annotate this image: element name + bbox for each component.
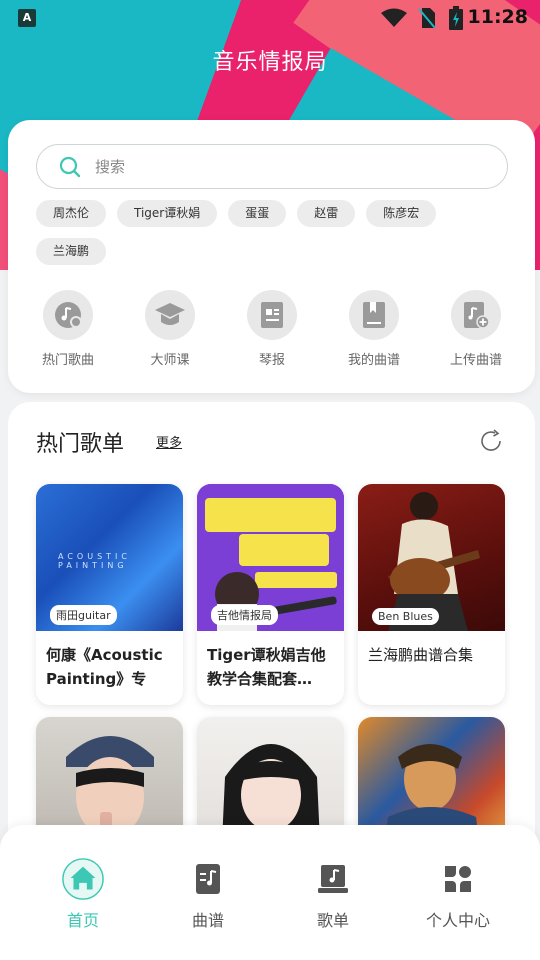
search-bar[interactable]: [36, 144, 508, 189]
nav-playlists[interactable]: 歌单: [283, 857, 383, 931]
home-icon: [62, 858, 104, 900]
playlist-cover: Ben Blues: [358, 484, 505, 631]
status-bar: A 11:28: [0, 0, 540, 36]
battery-charging-icon: [449, 6, 463, 30]
quick-action-label: 大师课: [150, 353, 190, 368]
tag-chip[interactable]: 陈彦宏: [366, 200, 437, 227]
playlist-name: 兰海鹏曲谱合集: [368, 646, 474, 664]
search-icon: [59, 156, 81, 178]
quick-actions: 热门歌曲 大师课 琴报 我的曲谱 上传曲谱: [30, 290, 514, 368]
tag-chip[interactable]: Tiger谭秋娟: [117, 200, 218, 227]
nav-label: 首页: [66, 911, 99, 930]
nav-label: 个人中心: [425, 911, 490, 930]
wifi-icon: [381, 8, 407, 27]
quick-action-my-scores[interactable]: 我的曲谱: [336, 290, 412, 368]
page-title: 音乐情报局: [212, 50, 328, 75]
no-sim-icon: [418, 8, 436, 29]
hot-search-tags: 周杰伦 Tiger谭秋娟 蛋蛋 赵雷 陈彦宏 兰海鹏: [36, 200, 506, 265]
section-title: 热门歌单: [36, 432, 125, 457]
music-disc-icon: [55, 302, 82, 328]
playlist-icon: [318, 865, 348, 893]
quick-action-label: 上传曲谱: [449, 353, 502, 368]
tag-chip[interactable]: 蛋蛋: [228, 200, 287, 227]
quick-action-label: 热门歌曲: [41, 353, 94, 368]
nav-profile[interactable]: 个人中心: [408, 857, 508, 931]
uploader-badge: 雨田guitar: [50, 605, 117, 625]
cover-text: ACOUSTIC PAINTING: [58, 552, 131, 570]
tag-chip[interactable]: 赵雷: [297, 200, 356, 227]
playlist-cover: ACOUSTIC PAINTING 雨田guitar: [36, 484, 183, 631]
nav-home[interactable]: 首页: [33, 857, 133, 931]
quick-action-upload-score[interactable]: 上传曲谱: [438, 290, 514, 368]
uploader-badge: 吉他情报局: [211, 605, 278, 625]
clock: 11:28: [467, 6, 528, 28]
quick-action-news[interactable]: 琴报: [234, 290, 310, 368]
upload-score-icon: [464, 302, 490, 329]
tag-chip[interactable]: 周杰伦: [36, 200, 107, 227]
quick-action-master-class[interactable]: 大师课: [132, 290, 208, 368]
bookmark-book-icon: [363, 302, 385, 328]
score-sheet-icon: [196, 864, 220, 894]
quick-action-label: 我的曲谱: [347, 353, 400, 368]
playlist-name: Tiger谭秋娟吉他教学合集配套…: [207, 646, 326, 688]
newspaper-icon: [261, 302, 283, 328]
personal-center-icon: [445, 866, 471, 892]
refresh-icon[interactable]: [478, 428, 504, 454]
graduation-cap-icon: [155, 303, 185, 325]
quick-action-label: 琴报: [258, 353, 285, 368]
nav-label: 曲谱: [191, 911, 224, 930]
search-input[interactable]: [95, 154, 475, 180]
quick-action-hot-songs[interactable]: 热门歌曲: [30, 290, 106, 368]
playlist-cover: 吉他情报局: [197, 484, 344, 631]
playlist-card[interactable]: ACOUSTIC PAINTING 雨田guitar 何康《Acoustic P…: [36, 484, 183, 705]
nav-scores[interactable]: 曲谱: [158, 857, 258, 931]
nav-label: 歌单: [316, 911, 349, 930]
tag-chip[interactable]: 兰海鹏: [36, 238, 107, 265]
playlist-card[interactable]: Ben Blues 兰海鹏曲谱合集: [358, 484, 505, 705]
playlist-card[interactable]: 吉他情报局 Tiger谭秋娟吉他教学合集配套…: [197, 484, 344, 705]
search-card: 周杰伦 Tiger谭秋娟 蛋蛋 赵雷 陈彦宏 兰海鹏 热门歌曲: [8, 120, 535, 393]
bottom-nav: 首页 曲谱 歌单 个人中心: [0, 825, 540, 960]
uploader-badge: Ben Blues: [372, 608, 439, 625]
more-link[interactable]: 更多: [156, 432, 182, 451]
app-notification-icon: A: [18, 9, 36, 27]
playlist-name: 何康《Acoustic Painting》专辑…: [46, 646, 163, 688]
